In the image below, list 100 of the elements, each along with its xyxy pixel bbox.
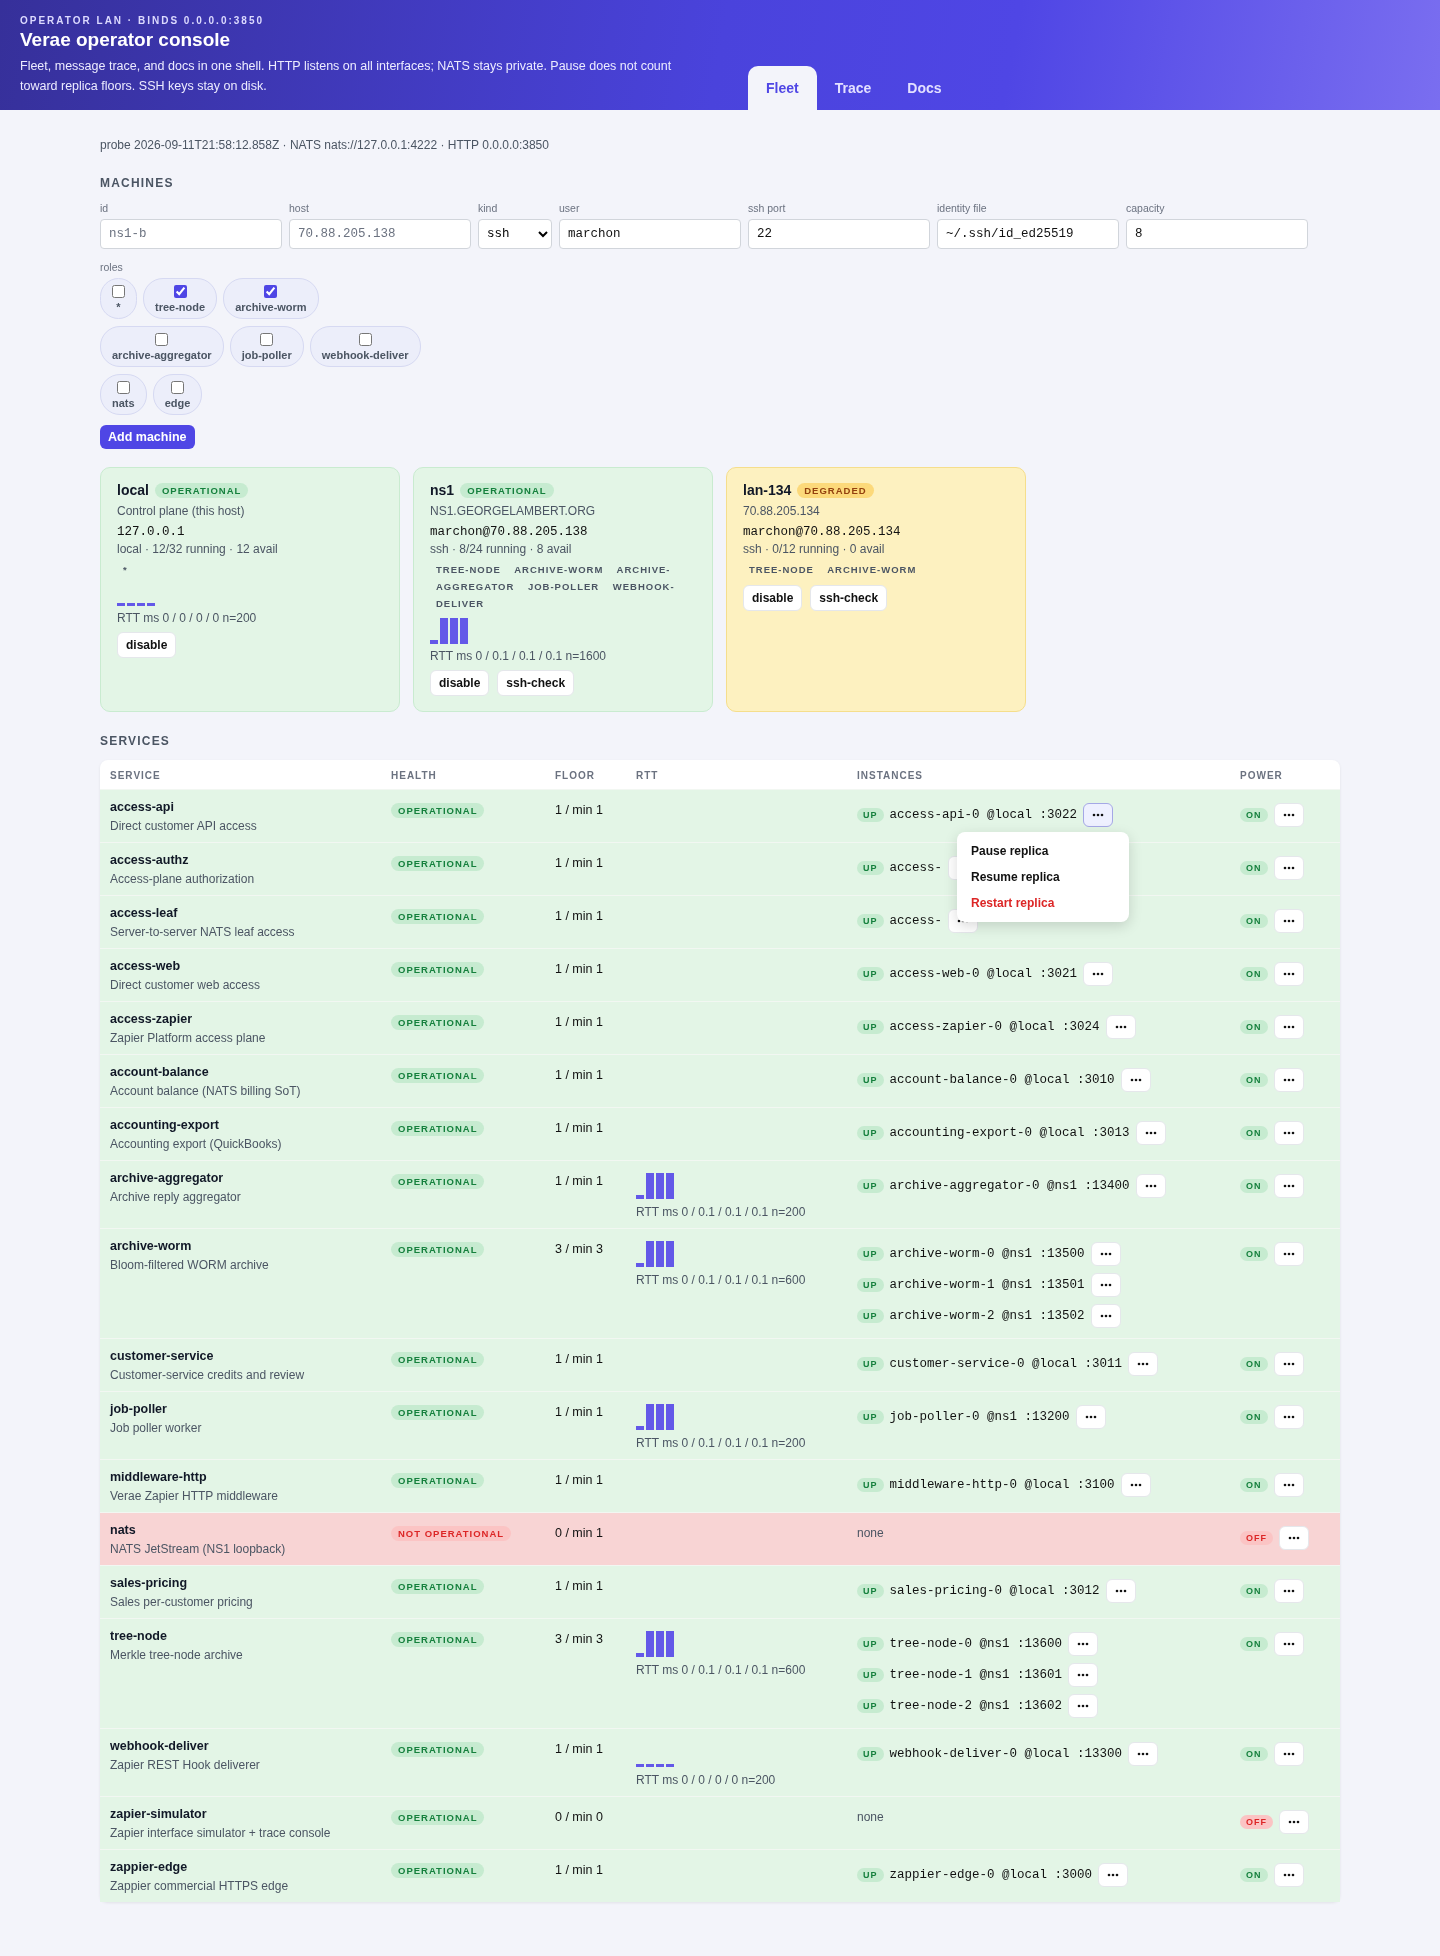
role-chip[interactable]: tree-node bbox=[143, 278, 218, 319]
service-description: Archive reply aggregator bbox=[110, 1190, 242, 1204]
checkbox[interactable] bbox=[155, 333, 169, 346]
state-badge: UP bbox=[857, 967, 884, 981]
state-badge: UP bbox=[857, 1699, 884, 1713]
service-name: zappier-edge bbox=[110, 1860, 189, 1874]
state-badge: UP bbox=[857, 1278, 884, 1292]
state-badge: UP bbox=[857, 914, 884, 928]
action-button[interactable]: ssh-check bbox=[810, 585, 888, 611]
field-label: roles bbox=[100, 261, 124, 273]
instance-label: zappier-edge-0 @local :3000 bbox=[889, 1868, 1093, 1882]
field-label: identity file bbox=[937, 202, 988, 214]
floor-value: 1 / min 1 bbox=[555, 1742, 603, 1756]
instance-label: tree-node-0 @ns1 :13600 bbox=[889, 1637, 1063, 1651]
checkbox[interactable] bbox=[170, 381, 184, 394]
power-badge: ON bbox=[1240, 1478, 1268, 1492]
floor-value: 1 / min 1 bbox=[555, 1352, 603, 1366]
action-button[interactable]: disable bbox=[430, 670, 490, 696]
input-field[interactable]: marchon bbox=[559, 219, 741, 249]
service-description: Job poller worker bbox=[110, 1421, 203, 1435]
state-badge: UP bbox=[857, 1868, 884, 1882]
service-name: customer-service bbox=[110, 1349, 215, 1363]
health-badge: OPERATIONAL bbox=[391, 1632, 485, 1647]
status-badge: DEGRADED bbox=[797, 482, 874, 498]
power-badge: ON bbox=[1240, 1410, 1268, 1424]
checkbox[interactable] bbox=[173, 285, 187, 298]
machine-stats: local · 12/32 running · 12 avail bbox=[117, 542, 279, 556]
field-label: kind bbox=[478, 202, 499, 214]
input-field[interactable]: 70.88.205.138 bbox=[289, 219, 471, 249]
health-badge: OPERATIONAL bbox=[391, 1742, 485, 1757]
action-button[interactable]: ssh-check bbox=[497, 670, 575, 696]
tab[interactable]: Fleet bbox=[748, 66, 817, 110]
health-badge: OPERATIONAL bbox=[391, 909, 485, 924]
instance-label: access- bbox=[889, 861, 943, 875]
power-badge: ON bbox=[1240, 967, 1268, 981]
power-badge: ON bbox=[1240, 914, 1268, 928]
role-chip[interactable]: archive-worm bbox=[223, 278, 319, 319]
menu-item[interactable]: Pause replica bbox=[957, 838, 1129, 864]
role-chip[interactable]: edge bbox=[152, 374, 203, 415]
checkbox[interactable] bbox=[116, 381, 130, 394]
input-field[interactable]: ~/.ssh/id_ed25519 bbox=[937, 219, 1119, 249]
probe-status: probe 2026-09-11T21:58:12.858Z · NATS nats://127.0.0.1:4222 · HTTP 0.0.0.0:3850 bbox=[100, 138, 550, 152]
field-label: capacity bbox=[1126, 202, 1166, 214]
role-chip[interactable]: nats bbox=[100, 374, 147, 415]
power-badge: ON bbox=[1240, 861, 1268, 875]
checkbox[interactable] bbox=[358, 333, 372, 346]
state-badge: UP bbox=[857, 1478, 884, 1492]
rtt-stats: RTT ms 0 / 0 / 0 / 0 n=200 bbox=[117, 611, 258, 625]
more-button[interactable] bbox=[1083, 803, 1114, 827]
instance-label: archive-worm-1 @ns1 :13501 bbox=[889, 1278, 1085, 1292]
rtt-stats: RTT ms 0 / 0.1 / 0.1 / 0.1 n=200 bbox=[636, 1436, 807, 1450]
power-badge: ON bbox=[1240, 1073, 1268, 1087]
floor-value: 0 / min 0 bbox=[555, 1810, 603, 1824]
floor-value: 0 / min 1 bbox=[555, 1526, 603, 1540]
health-badge: OPERATIONAL bbox=[391, 803, 485, 818]
instance-label: tree-node-2 @ns1 :13602 bbox=[889, 1699, 1063, 1713]
menu-item[interactable]: Restart replica bbox=[957, 890, 1129, 916]
instance-label: archive-worm-2 @ns1 :13502 bbox=[889, 1309, 1085, 1323]
role-chip[interactable]: job-poller bbox=[229, 326, 304, 367]
machine-address: marchon@70.88.205.134 bbox=[743, 525, 902, 539]
machine-address: 127.0.0.1 bbox=[117, 525, 186, 539]
column-header: POWER bbox=[1239, 769, 1284, 783]
floor-value: 1 / min 1 bbox=[555, 856, 603, 870]
power-badge: OFF bbox=[1240, 1815, 1273, 1829]
action-button[interactable]: disable bbox=[743, 585, 803, 611]
machine-subtitle: Control plane (this host) bbox=[117, 504, 246, 518]
power-badge: ON bbox=[1240, 1747, 1268, 1761]
state-badge: UP bbox=[857, 1073, 884, 1087]
state-badge: UP bbox=[857, 1357, 884, 1371]
service-name: account-balance bbox=[110, 1065, 210, 1079]
instance-label: account-balance-0 @local :3010 bbox=[889, 1073, 1115, 1087]
add-machine-button[interactable]: Add machine bbox=[100, 425, 195, 449]
instance-label: access-zapier-0 @local :3024 bbox=[889, 1020, 1100, 1034]
instances-note: none bbox=[857, 1526, 884, 1540]
tab[interactable]: Trace bbox=[816, 66, 890, 110]
state-badge: UP bbox=[857, 1668, 884, 1682]
rtt-stats: RTT ms 0 / 0.1 / 0.1 / 0.1 n=200 bbox=[636, 1205, 807, 1219]
instance-label: job-poller-0 @ns1 :13200 bbox=[889, 1410, 1070, 1424]
machine-stats: ssh · 0/12 running · 0 avail bbox=[743, 542, 886, 556]
instance-label: archive-aggregator-0 @ns1 :13400 bbox=[889, 1179, 1130, 1193]
role-chip[interactable]: * bbox=[100, 278, 137, 319]
state-badge: UP bbox=[857, 1020, 884, 1034]
action-button[interactable]: disable bbox=[117, 632, 177, 658]
input-field[interactable]: 22 bbox=[748, 219, 930, 249]
menu-item[interactable]: Resume replica bbox=[957, 864, 1129, 890]
tab[interactable]: Docs bbox=[889, 66, 960, 110]
role-chip[interactable]: archive-aggregator bbox=[100, 326, 224, 367]
instance-label: middleware-http-0 @local :3100 bbox=[889, 1478, 1115, 1492]
checkbox[interactable] bbox=[264, 285, 278, 298]
role-chip[interactable]: webhook-deliver bbox=[309, 326, 421, 367]
input-field[interactable]: ns1-b bbox=[100, 219, 282, 249]
checkbox[interactable] bbox=[260, 333, 274, 346]
input-field[interactable]: 8 bbox=[1126, 219, 1308, 249]
checkbox[interactable] bbox=[112, 285, 125, 298]
status-badge: OPERATIONAL bbox=[460, 482, 554, 498]
kind-select[interactable]: ssh bbox=[478, 219, 552, 249]
service-description: Account balance (NATS billing SoT) bbox=[110, 1084, 302, 1098]
floor-value: 3 / min 3 bbox=[555, 1632, 603, 1646]
service-description: Zapier interface simulator + trace console bbox=[110, 1826, 332, 1840]
floor-value: 3 / min 3 bbox=[555, 1242, 603, 1256]
